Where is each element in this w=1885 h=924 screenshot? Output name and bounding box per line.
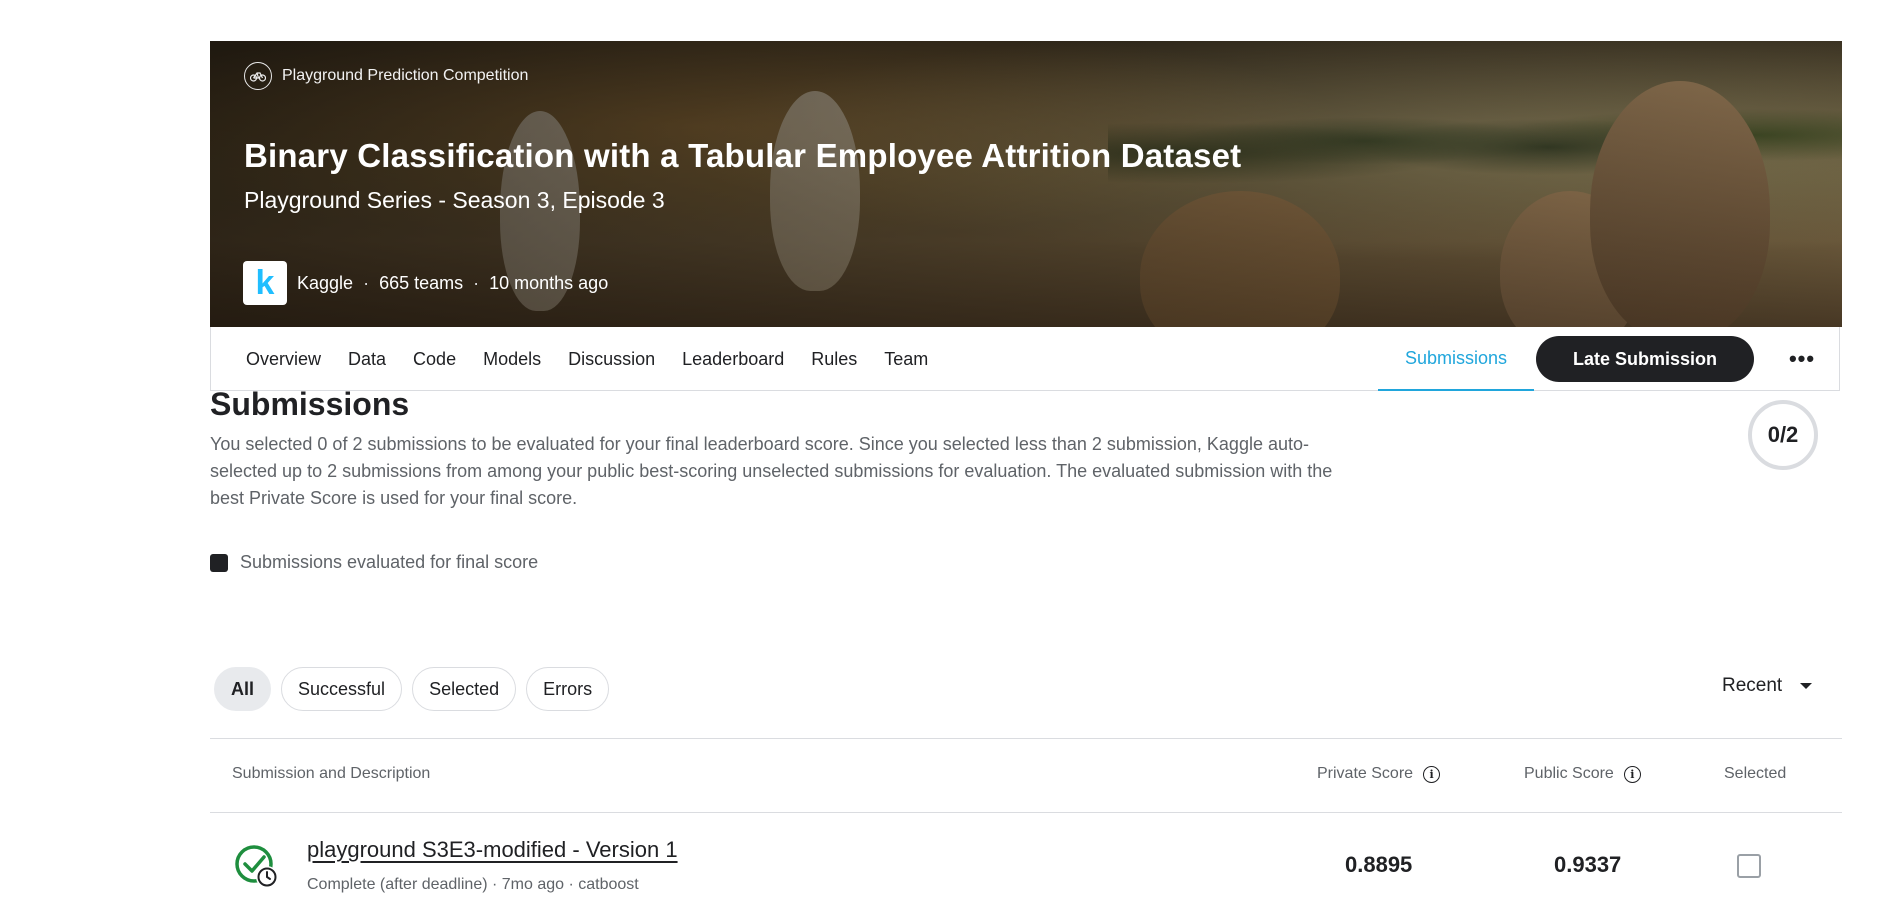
header-public-label: Public Score <box>1524 765 1614 782</box>
selection-counter: 0/2 <box>1748 400 1818 470</box>
filter-successful[interactable]: Successful <box>281 667 403 711</box>
legend-label: Submissions evaluated for final score <box>240 552 539 572</box>
selected-checkbox[interactable] <box>1737 854 1761 878</box>
tab-list: Overview Data Code Models Discussion Lea… <box>246 327 928 391</box>
info-icon[interactable]: i <box>1423 765 1441 783</box>
submission-info: Complete (after deadline) · 7mo ago · ca… <box>307 876 639 893</box>
info-icon[interactable]: i <box>1623 765 1641 783</box>
sort-dropdown[interactable]: Recent <box>1722 675 1813 697</box>
competition-age: 10 months ago <box>489 272 609 293</box>
bicycle-icon <box>244 62 272 90</box>
header-description-label: Submission and Description <box>232 765 431 782</box>
competition-meta: k Kaggle · 665 teams · 10 months ago <box>243 261 608 305</box>
filter-all[interactable]: All <box>214 667 272 711</box>
tab-code[interactable]: Code <box>413 349 456 370</box>
header-public-score: Public Score i <box>1524 765 1641 783</box>
complete-after-deadline-icon <box>235 845 278 888</box>
tab-leaderboard[interactable]: Leaderboard <box>682 349 784 370</box>
legend-swatch <box>210 553 228 572</box>
kaggle-logo[interactable]: k <box>243 261 287 305</box>
competition-subtitle: Playground Series - Season 3, Episode 3 <box>244 187 665 213</box>
tab-discussion[interactable]: Discussion <box>568 349 655 370</box>
meta-separator: · <box>473 272 480 293</box>
late-submission-button[interactable]: Late Submission <box>1536 336 1754 382</box>
header-private-score: Private Score i <box>1317 765 1441 783</box>
team-count: 665 teams <box>379 272 464 293</box>
filter-selected[interactable]: Selected <box>412 667 517 711</box>
competition-type-label: Playground Prediction Competition <box>282 67 529 84</box>
competition-banner: Playground Prediction Competition Binary… <box>210 41 1842 327</box>
competition-page: Playground Prediction Competition Binary… <box>210 41 1842 391</box>
sort-label: Recent <box>1722 675 1783 696</box>
table-row: playground S3E3-modified - Version 1 Com… <box>210 812 1842 924</box>
caret-down-icon <box>1800 683 1813 689</box>
submissions-description: You selected 0 of 2 submissions to be ev… <box>210 434 1333 508</box>
submission-name[interactable]: playground S3E3-modified - Version 1 <box>307 837 678 863</box>
tab-team[interactable]: Team <box>884 349 928 370</box>
header-selected: Selected <box>1724 765 1786 783</box>
page-title: Submissions <box>210 386 410 422</box>
private-score: 0.8895 <box>1345 852 1413 877</box>
competition-tabs: Overview Data Code Models Discussion Lea… <box>210 327 1840 391</box>
host-name[interactable]: Kaggle <box>297 273 353 294</box>
table-header: Submission and Description Private Score… <box>210 738 1842 813</box>
more-options-icon[interactable]: ••• <box>1786 343 1818 375</box>
tab-submissions[interactable]: Submissions <box>1378 327 1534 391</box>
tab-rules[interactable]: Rules <box>811 349 857 370</box>
competition-title: Binary Classification with a Tabular Emp… <box>244 137 1242 174</box>
header-private-label: Private Score <box>1317 765 1414 782</box>
competition-type: Playground Prediction Competition <box>244 62 528 90</box>
filter-errors[interactable]: Errors <box>526 667 610 711</box>
filter-chips: All Successful Selected Errors <box>214 667 610 711</box>
tab-models[interactable]: Models <box>483 349 541 370</box>
public-score: 0.9337 <box>1554 852 1622 877</box>
legend: Submissions evaluated for final score <box>210 552 538 573</box>
tab-overview[interactable]: Overview <box>246 349 321 370</box>
meta-separator: · <box>363 272 370 293</box>
header-selected-label: Selected <box>1724 765 1787 782</box>
tab-data[interactable]: Data <box>348 349 386 370</box>
header-description: Submission and Description <box>232 765 430 783</box>
